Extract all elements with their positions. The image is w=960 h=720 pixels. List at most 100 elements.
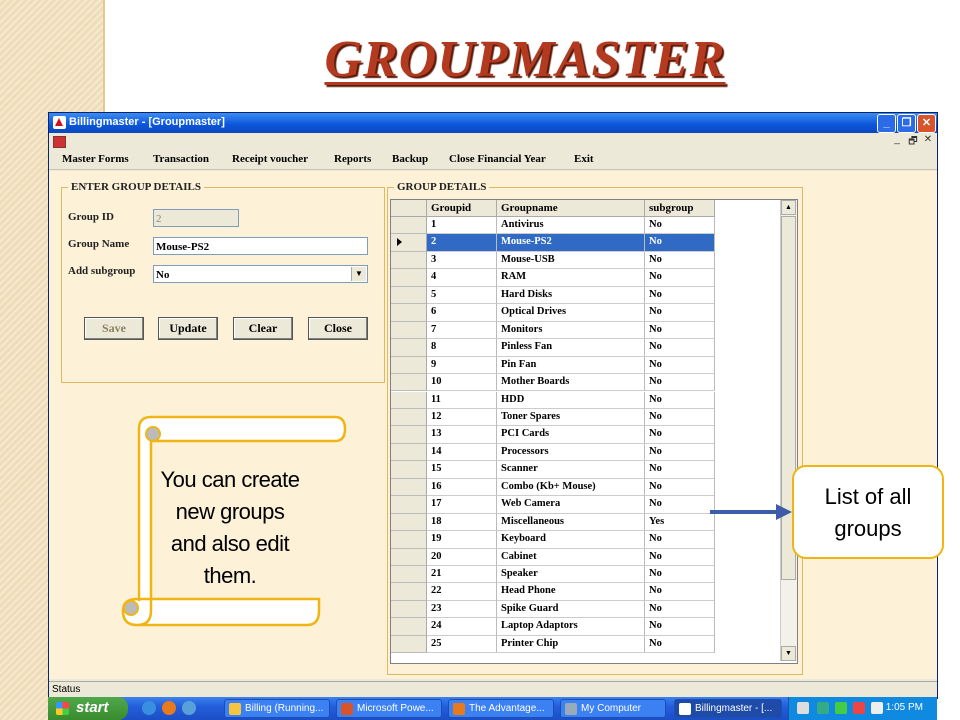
row-selector[interactable] (391, 461, 427, 479)
table-cell[interactable]: Head Phone (497, 583, 645, 601)
row-selector[interactable] (391, 286, 427, 305)
mdi-close-button[interactable]: ✕ (922, 134, 934, 145)
table-row[interactable]: 16 Combo (Kb+ Mouse) No (391, 478, 715, 497)
row-selector[interactable] (391, 635, 427, 654)
table-cell[interactable]: 17 (427, 496, 497, 514)
minimize-button[interactable]: _ (877, 114, 896, 133)
add-subgroup-select[interactable]: No ▼ (153, 265, 368, 283)
table-cell[interactable]: 13 (427, 426, 497, 444)
firefox-quicklaunch-icon[interactable] (162, 701, 176, 715)
table-cell[interactable]: No (645, 531, 715, 549)
row-selector[interactable] (391, 531, 427, 549)
table-cell[interactable]: Pin Fan (497, 356, 645, 375)
row-selector[interactable] (391, 269, 427, 287)
table-cell[interactable]: No (645, 286, 715, 305)
table-cell[interactable]: Mouse-USB (497, 251, 645, 270)
network-icon[interactable] (817, 702, 829, 714)
row-selector[interactable] (391, 583, 427, 601)
table-cell[interactable]: No (645, 566, 715, 584)
table-cell[interactable]: No (645, 426, 715, 444)
table-cell[interactable]: 8 (427, 339, 497, 357)
taskbar-item[interactable]: Microsoft Powe... (336, 699, 442, 718)
table-cell[interactable]: 16 (427, 478, 497, 497)
table-cell[interactable]: 1 (427, 217, 497, 235)
table-cell[interactable]: Mouse-PS2 (497, 234, 645, 252)
groups-grid[interactable]: Groupid Groupname subgroup 1 Antivirus No 2… (390, 199, 798, 664)
column-header-groupid[interactable]: Groupid (427, 200, 497, 217)
table-cell[interactable]: Hard Disks (497, 286, 645, 305)
table-row[interactable]: 14 Processors No (391, 443, 715, 462)
table-cell[interactable]: No (645, 321, 715, 340)
menu-receipt-voucher[interactable]: Receipt voucher (232, 153, 308, 165)
table-cell[interactable]: RAM (497, 269, 645, 287)
table-row[interactable]: 21 Speaker No (391, 566, 715, 584)
table-cell[interactable]: 22 (427, 583, 497, 601)
table-cell[interactable]: PCI Cards (497, 426, 645, 444)
row-selector[interactable] (391, 217, 427, 235)
table-cell[interactable]: No (645, 635, 715, 654)
taskbar-item[interactable]: The Advantage... (448, 699, 554, 718)
row-selector[interactable] (391, 426, 427, 444)
table-row[interactable]: 9 Pin Fan No (391, 356, 715, 375)
table-row[interactable]: 19 Keyboard No (391, 531, 715, 549)
row-selector[interactable] (391, 408, 427, 427)
table-cell[interactable]: Printer Chip (497, 635, 645, 654)
close-button[interactable]: Close (308, 317, 368, 340)
mdi-restore-button[interactable]: 🗗 (907, 134, 919, 151)
table-row[interactable]: 12 Toner Spares No (391, 408, 715, 427)
table-cell[interactable]: No (645, 600, 715, 619)
menu-exit[interactable]: Exit (574, 153, 594, 165)
column-header-groupname[interactable]: Groupname (497, 200, 645, 217)
start-button[interactable]: start (48, 697, 128, 720)
table-cell[interactable]: 24 (427, 618, 497, 636)
table-cell[interactable]: Monitors (497, 321, 645, 340)
taskbar-item[interactable]: Billing (Running... (224, 699, 330, 718)
table-cell[interactable]: No (645, 443, 715, 462)
table-cell[interactable]: 19 (427, 531, 497, 549)
table-cell[interactable]: HDD (497, 391, 645, 409)
table-cell[interactable]: 3 (427, 251, 497, 270)
table-cell[interactable]: 20 (427, 548, 497, 566)
table-cell[interactable]: Yes (645, 513, 715, 532)
row-selector[interactable] (391, 321, 427, 340)
table-cell[interactable]: No (645, 374, 715, 392)
row-selector[interactable] (391, 374, 427, 392)
table-cell[interactable]: Speaker (497, 566, 645, 584)
table-cell[interactable]: No (645, 356, 715, 375)
scroll-up-icon[interactable]: ▲ (781, 200, 796, 215)
table-cell[interactable]: 21 (427, 566, 497, 584)
row-selector[interactable] (391, 339, 427, 357)
row-selector[interactable] (391, 548, 427, 566)
table-cell[interactable]: Keyboard (497, 531, 645, 549)
update-button[interactable]: Update (158, 317, 218, 340)
table-cell[interactable]: No (645, 304, 715, 322)
table-row[interactable]: 15 Scanner No (391, 461, 715, 479)
row-selector[interactable] (391, 391, 427, 409)
table-cell[interactable]: Toner Spares (497, 408, 645, 427)
help-icon[interactable] (797, 702, 809, 714)
clear-button[interactable]: Clear (233, 317, 293, 340)
table-cell[interactable]: 6 (427, 304, 497, 322)
table-row[interactable]: 17 Web Camera No (391, 496, 715, 514)
table-row[interactable]: 4 RAM No (391, 269, 715, 287)
table-cell[interactable]: No (645, 269, 715, 287)
table-cell[interactable]: 15 (427, 461, 497, 479)
table-cell[interactable]: 10 (427, 374, 497, 392)
table-cell[interactable]: 7 (427, 321, 497, 340)
volume-icon[interactable] (871, 702, 883, 714)
table-cell[interactable]: No (645, 251, 715, 270)
table-row[interactable]: 5 Hard Disks No (391, 286, 715, 305)
row-selector[interactable] (391, 600, 427, 619)
table-cell[interactable]: No (645, 217, 715, 235)
table-cell[interactable]: Pinless Fan (497, 339, 645, 357)
taskbar-item-active[interactable]: Billingmaster - [... (674, 699, 782, 718)
table-cell[interactable]: Antivirus (497, 217, 645, 235)
table-row[interactable]: 22 Head Phone No (391, 583, 715, 601)
table-cell[interactable]: Laptop Adaptors (497, 618, 645, 636)
table-row[interactable]: 8 Pinless Fan No (391, 339, 715, 357)
table-cell[interactable]: No (645, 618, 715, 636)
menu-master-forms[interactable]: Master Forms (62, 153, 129, 165)
row-selector[interactable] (391, 618, 427, 636)
table-cell[interactable]: No (645, 478, 715, 497)
table-row[interactable]: 23 Spike Guard No (391, 600, 715, 619)
